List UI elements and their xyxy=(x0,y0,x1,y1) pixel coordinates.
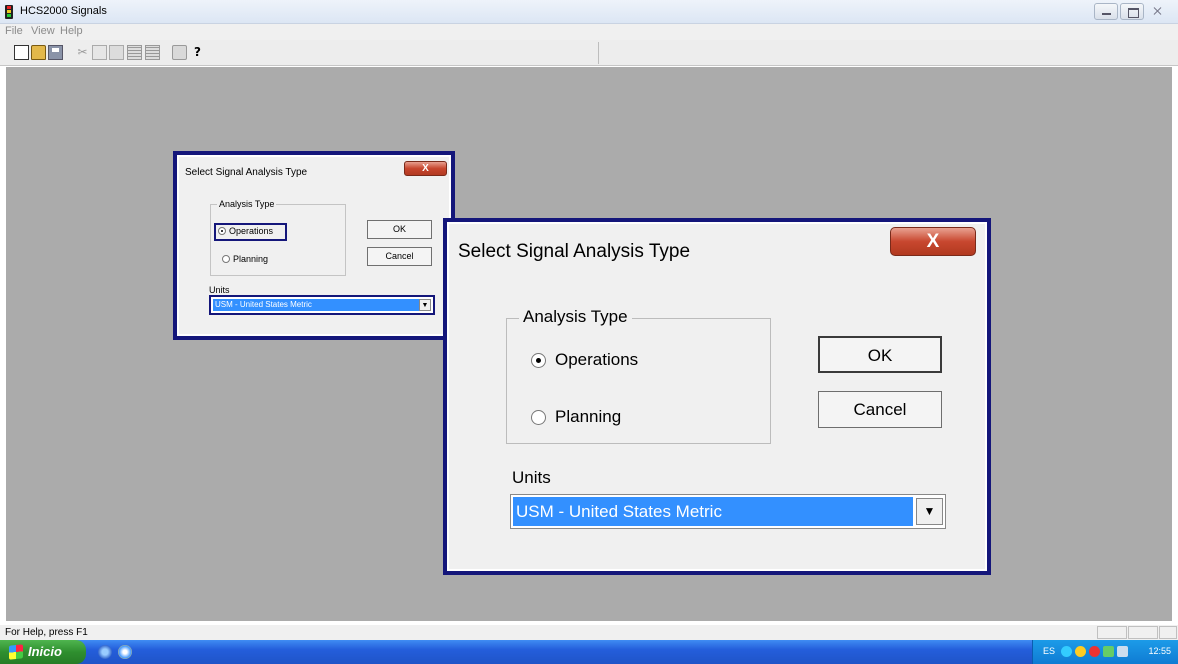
units-label: Units xyxy=(209,285,230,295)
dialog-zoomed: Select Signal Analysis Type X Analysis T… xyxy=(443,218,991,575)
caption-buttons xyxy=(1094,3,1170,20)
units-label-zoomed: Units xyxy=(512,468,551,487)
units-dropdown-zoomed[interactable]: USM - United States Metric ▼ xyxy=(510,494,946,529)
save-icon[interactable] xyxy=(48,45,63,60)
traffic-light-icon xyxy=(5,5,13,19)
dialog-zoomed-body: Select Signal Analysis Type X Analysis T… xyxy=(447,222,987,571)
radio-selected-icon xyxy=(531,352,546,368)
menu-view[interactable]: View xyxy=(31,25,55,37)
group-label-zoomed: Analysis Type xyxy=(519,307,632,327)
shield-icon[interactable] xyxy=(1075,646,1086,657)
status-panel xyxy=(1097,626,1127,639)
units-dropdown[interactable]: USM - United States Metric ▼ xyxy=(209,295,435,315)
system-tray: ES 12:55 xyxy=(1032,640,1178,664)
radio-operations-label: Operations xyxy=(229,226,274,236)
status-text: For Help, press F1 xyxy=(5,627,88,638)
taskbar: Inicio ES 12:55 xyxy=(0,640,1178,664)
cancel-button-zoomed[interactable]: Cancel xyxy=(818,391,942,428)
antivirus-icon[interactable] xyxy=(1089,646,1100,657)
language-indicator[interactable]: ES xyxy=(1043,646,1055,656)
toolbar: ✂ ? xyxy=(0,40,1178,66)
dialog-title-zoomed: Select Signal Analysis Type xyxy=(458,241,691,262)
open-folder-icon[interactable] xyxy=(31,45,46,60)
radio-selected-icon xyxy=(218,227,226,235)
status-panel xyxy=(1128,626,1158,639)
browser-icon[interactable] xyxy=(118,645,132,659)
units-selected-value: USM - United States Metric xyxy=(213,299,419,311)
radio-operations[interactable]: Operations xyxy=(218,226,273,236)
radio-operations-label-zoomed: Operations xyxy=(555,350,639,369)
chevron-down-icon[interactable]: ▼ xyxy=(419,299,431,311)
menu-help[interactable]: Help xyxy=(60,25,83,37)
minimize-button[interactable] xyxy=(1094,3,1118,20)
cancel-button[interactable]: Cancel xyxy=(367,247,432,266)
dialog-title: Select Signal Analysis Type xyxy=(185,167,308,178)
radio-empty-icon xyxy=(222,255,230,263)
grid-icon[interactable] xyxy=(127,45,142,60)
monitor-icon[interactable] xyxy=(1117,646,1128,657)
close-window-button[interactable] xyxy=(1146,3,1170,20)
radio-planning[interactable]: Planning xyxy=(222,254,268,264)
start-label: Inicio xyxy=(28,644,62,659)
network-icon[interactable] xyxy=(1061,646,1072,657)
radio-empty-icon xyxy=(531,409,546,425)
dialog-small-body: Select Signal Analysis Type X Analysis T… xyxy=(177,155,451,336)
new-file-icon[interactable] xyxy=(14,45,29,60)
dialog-small: Select Signal Analysis Type X Analysis T… xyxy=(173,151,455,340)
ok-button-zoomed[interactable]: OK xyxy=(818,336,942,373)
print-icon[interactable] xyxy=(172,45,187,60)
window-title: HCS2000 Signals xyxy=(20,5,107,17)
menu-file[interactable]: File xyxy=(5,25,23,37)
dialog-close-button[interactable]: X xyxy=(404,161,447,176)
windows-logo-icon xyxy=(9,644,23,660)
menu-bar: File View Help xyxy=(0,24,1178,40)
show-desktop-icon[interactable] xyxy=(98,645,112,659)
radio-planning-label: Planning xyxy=(233,254,269,264)
status-bar: For Help, press F1 xyxy=(0,625,1178,640)
dialog-close-button-zoomed[interactable]: X xyxy=(890,227,976,256)
restore-button[interactable] xyxy=(1120,3,1144,20)
cut-icon[interactable]: ✂ xyxy=(75,45,90,60)
toolbar-separator xyxy=(598,42,599,64)
chevron-down-icon[interactable]: ▼ xyxy=(916,498,943,525)
copy-icon[interactable] xyxy=(92,45,107,60)
radio-planning-zoomed[interactable]: Planning xyxy=(531,407,621,427)
units-selected-value-zoomed: USM - United States Metric xyxy=(513,497,913,526)
tray-app-icon[interactable] xyxy=(1103,646,1114,657)
paste-icon[interactable] xyxy=(109,45,124,60)
radio-operations-zoomed[interactable]: Operations xyxy=(531,350,638,370)
table-icon[interactable] xyxy=(145,45,160,60)
ok-button[interactable]: OK xyxy=(367,220,432,239)
clock: 12:55 xyxy=(1148,646,1171,656)
status-panel xyxy=(1159,626,1177,639)
group-label: Analysis Type xyxy=(217,199,277,209)
radio-planning-label-zoomed: Planning xyxy=(555,407,622,426)
help-icon[interactable]: ? xyxy=(190,45,205,60)
title-bar: HCS2000 Signals xyxy=(0,0,1178,24)
start-button[interactable]: Inicio xyxy=(0,640,86,664)
